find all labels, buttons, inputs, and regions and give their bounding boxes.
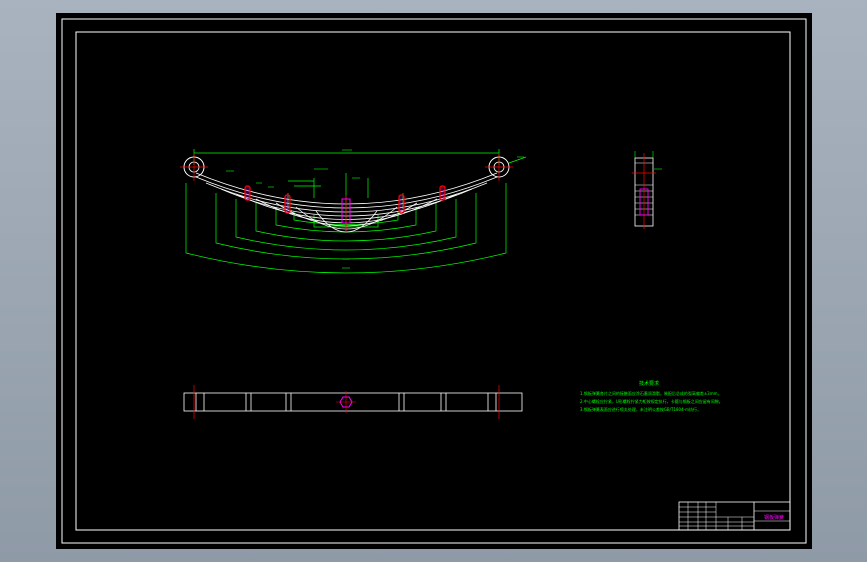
tech-requirement-line-1: 1.钢板弹簧各片之间的接触面应涂石墨润滑脂，装配后总成的弧高偏差±3mm， xyxy=(580,390,722,396)
tech-requirements-title: 技术要求 xyxy=(639,380,659,387)
tech-requirement-line-2: 2.中心螺栓应拧紧，U形螺栓拧紧力矩按规定执行，卡箍与钢板之间应留有间隙。 xyxy=(580,398,723,404)
span-dimension xyxy=(193,149,500,165)
center-bolt-top xyxy=(336,391,356,413)
drawing-viewport[interactable]: 技术要求 1.钢板弹簧各片之间的接触面应涂石墨润滑脂，装配后总成的弧高偏差±3m… xyxy=(56,13,812,549)
sheet-outer-border xyxy=(61,18,807,544)
leaf-spring-front-view[interactable] xyxy=(180,149,527,274)
leaf-spring-side-view[interactable] xyxy=(632,151,662,229)
title-block-name: 钢板弹簧 xyxy=(764,514,784,521)
spring-eye-left xyxy=(180,153,208,181)
tech-requirement-line-3: 3.钢板弹簧表面应进行喷丸处理，未注明公差按GB/T1804-m执行， xyxy=(580,406,701,412)
dimension-text-marks xyxy=(226,149,524,269)
title-block: 钢板弹簧 xyxy=(678,501,791,531)
technical-requirements: 技术要求 1.钢板弹簧各片之间的接触面应涂石墨润滑脂，装配后总成的弧高偏差±3m… xyxy=(580,380,723,412)
sheet-inner-border xyxy=(75,31,791,531)
leaf-spring-top-view[interactable] xyxy=(183,385,523,419)
cad-drawing[interactable]: 技术要求 1.钢板弹簧各片之间的接触面应涂石墨润滑脂，装配后总成的弧高偏差±3m… xyxy=(56,13,812,549)
